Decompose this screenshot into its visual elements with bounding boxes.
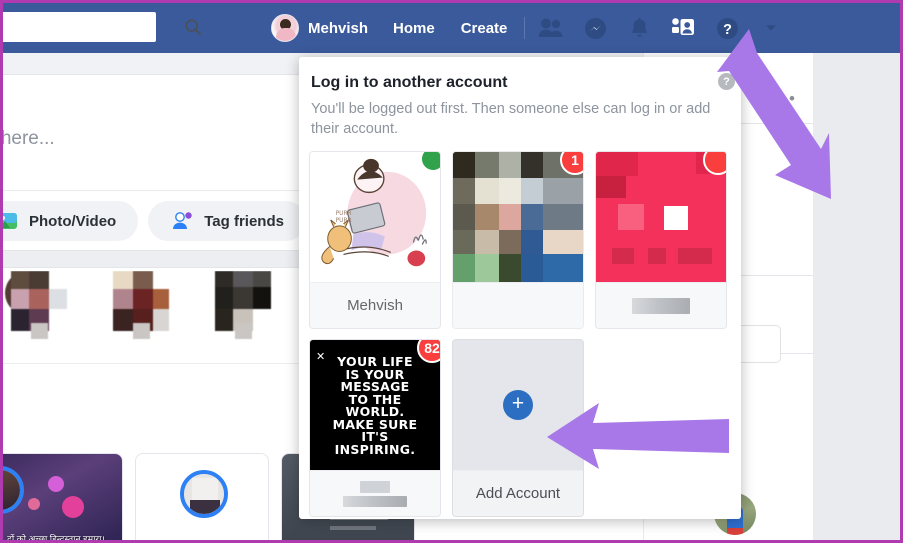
account-name (453, 282, 583, 328)
friend-thumbnail[interactable] (5, 271, 67, 339)
photo-video-icon (3, 209, 19, 233)
photo-video-button[interactable]: Photo/Video (3, 201, 139, 241)
screenshot-frame: g here... Photo/Video (0, 0, 903, 543)
photo-video-label: Photo/Video (29, 212, 117, 230)
switch-account-icon[interactable] (661, 3, 705, 53)
page-right-gutter (813, 53, 900, 540)
account-name (310, 470, 440, 516)
account-avatar: PURR PURR (310, 152, 440, 282)
account-chevron-down-icon[interactable] (749, 3, 793, 53)
facebook-navbar: Mehvish Home Create ? (3, 3, 900, 53)
account-name (596, 282, 726, 328)
messenger-icon[interactable] (573, 3, 617, 53)
quote-text: YOUR LIFE IS YOUR MESSAGE TO THE WORLD. … (310, 340, 440, 470)
add-account-area[interactable]: + (453, 340, 583, 470)
rail-more-options-icon[interactable]: • • • (760, 89, 797, 109)
account-card-3[interactable] (595, 151, 727, 329)
account-avatar (596, 152, 726, 282)
account-name: Mehvish (310, 282, 440, 328)
friend-thumbnail[interactable] (215, 271, 271, 339)
nav-create-link[interactable]: Create (448, 20, 521, 37)
tag-friends-button[interactable]: Tag friends (148, 201, 306, 241)
dropdown-subtitle: You'll be logged out first. Then someone… (311, 101, 711, 137)
redacted-name (360, 480, 390, 493)
story-card[interactable]: दों को अच्छा हिन्दुस्तान हमारा। (3, 453, 123, 543)
search-input[interactable] (3, 12, 184, 42)
svg-text:?: ? (723, 21, 732, 37)
navbar-profile-name: Mehvish (308, 19, 369, 37)
quote-line: INSPIRING. (334, 441, 416, 457)
navbar-right-group: Mehvish Home Create ? (271, 3, 793, 53)
tag-friends-label: Tag friends (204, 212, 284, 230)
account-avatar: ✕ YOUR LIFE IS YOUR MESSAGE TO THE WORLD… (310, 340, 440, 470)
plus-icon[interactable]: + (503, 390, 533, 420)
avatar (271, 14, 299, 42)
search-icon[interactable] (184, 12, 202, 42)
account-avatar (453, 152, 583, 282)
search-box[interactable] (3, 12, 202, 42)
close-icon[interactable]: ✕ (316, 350, 325, 363)
svg-text:PURR: PURR (336, 218, 352, 224)
svg-text:PURR: PURR (336, 211, 352, 217)
account-card-4[interactable]: 82 ✕ YOUR LIFE IS YOUR MESSAGE TO THE WO… (309, 339, 441, 517)
composer-placeholder-text: g here... (0, 128, 55, 149)
add-account-label: Add Account (453, 470, 583, 516)
nav-home-link[interactable]: Home (380, 20, 448, 37)
redacted-name (632, 297, 690, 314)
help-question-icon[interactable]: ? (705, 3, 749, 53)
navbar-profile-link[interactable]: Mehvish (271, 14, 380, 42)
add-account-card[interactable]: + Add Account (452, 339, 584, 517)
help-question-icon[interactable]: ? (718, 73, 735, 90)
account-card-2[interactable]: 1 (452, 151, 584, 329)
friend-requests-icon[interactable] (529, 3, 573, 53)
friend-thumbnail[interactable] (113, 271, 169, 339)
redacted-name (343, 495, 407, 507)
notifications-bell-icon[interactable] (617, 3, 661, 53)
composer-action-row: Photo/Video Tag friends (3, 201, 306, 241)
story-card[interactable] (135, 453, 269, 540)
story-caption: दों को अच्छा हिन्दुस्तान हमारा। (7, 534, 105, 543)
account-card-grid: PURR PURR Mehvish 1 82 ✕ YOUR LIFE IS YO… (309, 151, 739, 517)
dropdown-title: Log in to another account (311, 74, 508, 91)
account-card-mehvish[interactable]: PURR PURR Mehvish (309, 151, 441, 329)
tag-friends-icon (170, 209, 194, 233)
switch-account-dropdown: Log in to another account You'll be logg… (299, 57, 741, 519)
navbar-divider (524, 17, 526, 39)
